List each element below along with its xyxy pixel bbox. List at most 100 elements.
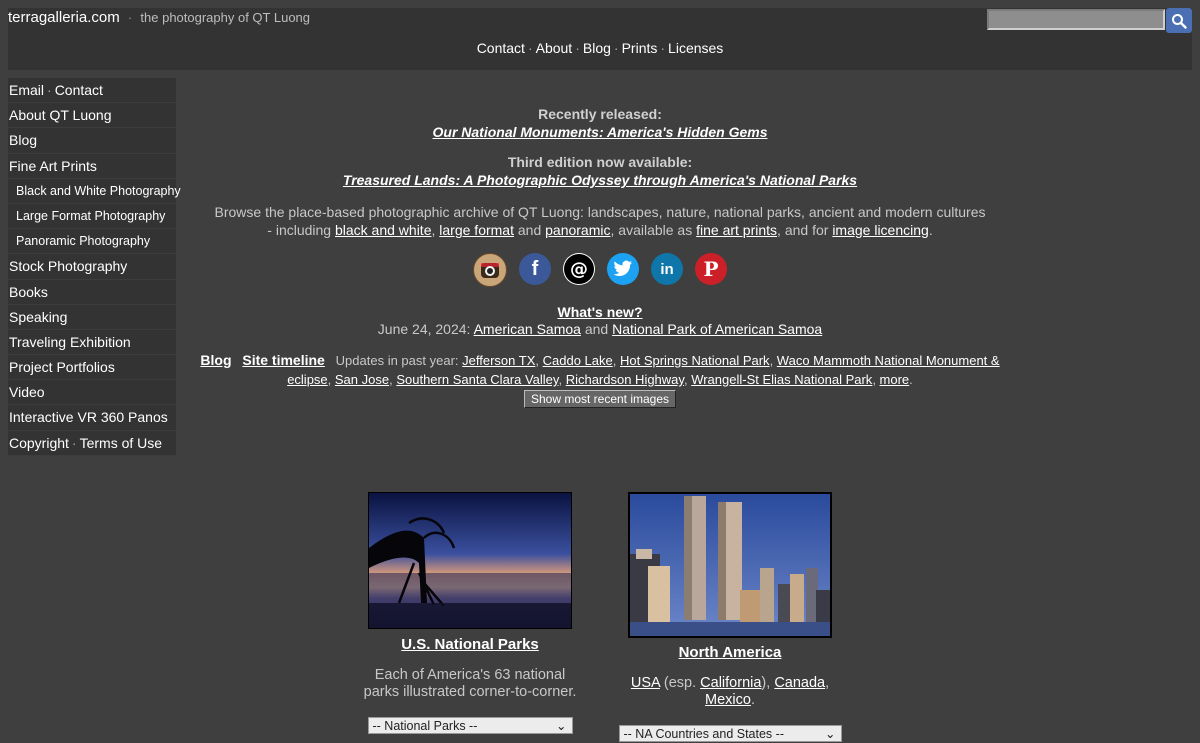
sidebar-item-exhibition[interactable]: Traveling Exhibition (8, 330, 176, 356)
news-link-american-samoa[interactable]: American Samoa (474, 321, 581, 337)
social-links: f @ in P (200, 253, 1000, 287)
sidebar-item-portfolios[interactable]: Project Portfolios (8, 355, 176, 381)
nav-sep: · (613, 40, 619, 56)
north-america-select-value: -- NA Countries and States -- (623, 727, 784, 741)
sidebar-item-blog[interactable]: Blog (8, 128, 176, 154)
sidebar-item-label: Speaking (9, 308, 68, 325)
bw-link[interactable]: black and white (335, 222, 432, 238)
large-format-link[interactable]: large format (439, 222, 514, 238)
sidebar-item-label: Books (9, 283, 48, 300)
updates-label: Updates in past year: (335, 353, 459, 368)
site-timeline-link[interactable]: Site timeline (242, 352, 324, 368)
sidebar-item-speaking[interactable]: Speaking (8, 305, 176, 330)
update-link[interactable]: San Jose (335, 372, 389, 387)
nav-prints[interactable]: Prints (622, 40, 658, 56)
nav-sep: · (660, 40, 666, 56)
sidebar-item-video[interactable]: Video (8, 380, 176, 406)
site-brand: terragalleria.com · the photography of Q… (8, 9, 310, 26)
whats-new-link[interactable]: What's new? (558, 304, 643, 320)
north-america-link[interactable]: North America (679, 644, 782, 661)
sidebar-link-contact[interactable]: Contact (55, 82, 103, 98)
instagram-icon[interactable] (473, 253, 507, 287)
linkedin-icon[interactable]: in (651, 253, 683, 285)
recent-release-link[interactable]: Our National Monuments: America's Hidden… (433, 124, 768, 140)
sidebar-item-fine-art-prints[interactable]: Fine Art Prints (8, 154, 176, 179)
national-parks-desc-line: parks illustrated corner-to-corner. (363, 684, 577, 700)
brand-separator: · (127, 10, 133, 25)
sidebar-item-black-and-white[interactable]: Black and White Photography (8, 179, 181, 204)
nav-licenses[interactable]: Licenses (668, 40, 723, 56)
canada-link[interactable]: Canada (774, 675, 825, 691)
edition-link[interactable]: Treasured Lands: A Photographic Odyssey … (343, 172, 857, 188)
sidebar-item-about[interactable]: About QT Luong (8, 103, 176, 129)
north-america-select[interactable]: -- NA Countries and States -- ⌄ (618, 725, 842, 742)
pinterest-icon[interactable]: P (695, 253, 727, 285)
sidebar-item-label: Project Portfolios (9, 359, 115, 376)
news-link-np-american-samoa[interactable]: National Park of American Samoa (612, 321, 822, 337)
national-parks-select-value: -- National Parks -- (372, 719, 478, 733)
nav-sep: · (575, 40, 580, 56)
national-parks-select[interactable]: -- National Parks -- ⌄ (367, 717, 573, 734)
national-parks-link[interactable]: U.S. National Parks (401, 636, 539, 653)
sidebar-item-label: Fine Art Prints (9, 157, 97, 174)
update-link[interactable]: Wrangell-St Elias National Park (691, 372, 872, 387)
sidebar-item-stock[interactable]: Stock Photography (8, 254, 176, 280)
sidebar-item-label: Traveling Exhibition (9, 333, 131, 350)
chevron-down-icon: ⌄ (825, 727, 836, 741)
na-desc-part: (esp. (659, 675, 701, 691)
sidebar-link-copyright[interactable]: Copyright (9, 435, 69, 451)
north-america-photo[interactable] (628, 492, 832, 638)
update-link[interactable]: Richardson Highway (566, 372, 684, 387)
sidebar-item-label: About QT Luong (9, 107, 112, 124)
north-america-desc: USA (esp. California), Canada, Mexico. (610, 675, 850, 709)
update-link[interactable]: Southern Santa Clara Valley (396, 372, 558, 387)
sidebar-item-label: Black and White Photography (16, 183, 181, 198)
sidebar-item-large-format[interactable]: Large Format Photography (8, 204, 176, 230)
edition-label: Third edition now available: (507, 154, 693, 170)
update-link-more[interactable]: more (880, 372, 910, 387)
sidebar-item-vr-panos[interactable]: Interactive VR 360 Panos (8, 405, 176, 431)
search-icon (1172, 13, 1187, 29)
recent-release-label: Recently released: (538, 106, 662, 122)
site-name-link[interactable]: terragalleria.com (8, 9, 120, 26)
national-parks-desc: Each of America's 63 national parks illus… (358, 667, 582, 701)
sidebar-item-label: Interactive VR 360 Panos (9, 409, 168, 426)
top-nav: Contact · About · Blog · Prints · Licenses (8, 40, 1192, 56)
update-link[interactable]: Hot Springs National Park (620, 353, 770, 368)
facebook-icon[interactable]: f (519, 253, 551, 285)
nav-contact[interactable]: Contact (477, 40, 525, 56)
intro-text-part: , and for (777, 222, 833, 238)
sidebar-link-email[interactable]: Email (9, 82, 44, 98)
sidebar-item-label: Blog (9, 132, 38, 149)
update-link[interactable]: Jefferson TX (462, 353, 535, 368)
na-desc-part: . (750, 692, 755, 708)
image-licencing-link[interactable]: image licencing (832, 222, 929, 238)
search-button[interactable] (1166, 8, 1192, 33)
update-link[interactable]: Caddo Lake (543, 353, 613, 368)
california-link[interactable]: California (700, 675, 761, 691)
main-content: Recently released: Our National Monument… (200, 106, 1000, 408)
sidebar-item-label: Large Format Photography (16, 208, 166, 223)
search-input[interactable] (987, 9, 1165, 30)
card-national-parks: U.S. National Parks Each of America's 63… (358, 492, 582, 734)
intro-text-part: and (513, 222, 546, 238)
nav-sep: · (527, 40, 533, 56)
sidebar-link-terms[interactable]: Terms of Use (80, 435, 162, 451)
panoramic-link[interactable]: panoramic (545, 222, 610, 238)
na-desc-part: , (825, 675, 830, 691)
mexico-link[interactable]: Mexico (705, 692, 751, 708)
show-recent-images-button[interactable]: Show most recent images (523, 390, 677, 408)
fine-art-prints-link[interactable]: fine art prints (696, 222, 777, 238)
news-and: and (584, 321, 609, 337)
blog-link[interactable]: Blog (200, 352, 231, 368)
news-line: June 24, 2024: American Samoa and Nation… (200, 321, 1000, 337)
nav-about[interactable]: About (536, 40, 573, 56)
nav-blog[interactable]: Blog (583, 40, 611, 56)
intro-text-part: , available as (610, 222, 697, 238)
usa-link[interactable]: USA (631, 675, 660, 691)
twitter-icon[interactable] (607, 253, 639, 285)
threads-icon[interactable]: @ (563, 253, 595, 285)
national-parks-photo[interactable] (368, 492, 572, 629)
sidebar-item-books[interactable]: Books (8, 280, 176, 305)
sidebar-item-panoramic[interactable]: Panoramic Photography (8, 229, 176, 255)
